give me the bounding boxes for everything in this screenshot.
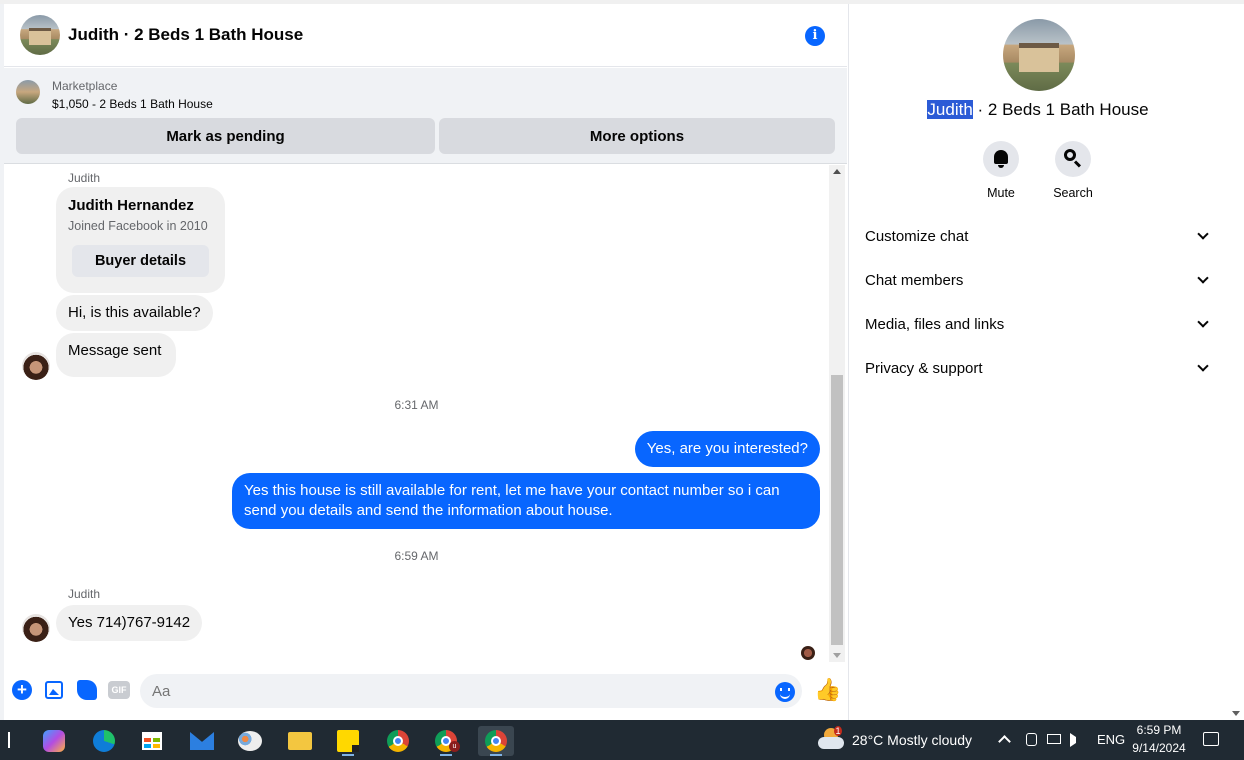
timestamp: 6:59 AM	[394, 549, 439, 563]
chrome-icon	[387, 730, 409, 752]
chevron-down-icon	[1197, 316, 1209, 328]
chevron-down-icon	[1197, 228, 1209, 240]
bell-icon[interactable]	[983, 141, 1019, 177]
plus-icon[interactable]: +	[12, 680, 32, 700]
message-bubble[interactable]: Message sent	[56, 333, 176, 377]
timestamp: 6:31 AM	[394, 398, 439, 412]
taskbar-edge[interactable]	[86, 726, 122, 756]
message-input[interactable]	[140, 674, 802, 708]
mute-label: Mute	[987, 186, 1015, 200]
weather-badge: 1	[834, 726, 842, 736]
buyer-avatar[interactable]	[22, 614, 50, 642]
profile-badge: u	[449, 741, 460, 752]
emoji-icon[interactable]	[775, 682, 795, 702]
page-scrollbar[interactable]	[1227, 4, 1244, 720]
section-media-files-links[interactable]: Media, files and links	[865, 304, 1211, 344]
scroll-thumb[interactable]	[831, 375, 843, 645]
taskbar-chrome[interactable]	[380, 726, 416, 756]
edge-icon	[93, 730, 115, 752]
sender-name: Judith	[68, 587, 101, 601]
section-label: Privacy & support	[865, 359, 983, 377]
search-action[interactable]: Search	[1043, 141, 1103, 200]
message-bubble-sent[interactable]: Yes this house is still available for re…	[232, 473, 820, 529]
buyer-name: Judith Hernandez	[68, 197, 194, 214]
sticker-icon[interactable]	[77, 680, 97, 700]
scroll-down-arrow-icon[interactable]	[833, 653, 841, 658]
store-icon	[142, 732, 162, 750]
listing-avatar-large[interactable]	[1003, 19, 1075, 91]
scroll-down-arrow-icon[interactable]	[1232, 711, 1240, 716]
scroll-up-arrow-icon[interactable]	[833, 169, 841, 174]
search-label: Search	[1053, 186, 1093, 200]
section-chat-members[interactable]: Chat members	[865, 260, 1211, 300]
meet-now-icon[interactable]	[1026, 733, 1037, 746]
language-indicator[interactable]: ENG	[1097, 732, 1125, 747]
weather-text[interactable]: 28°C Mostly cloudy	[852, 732, 972, 748]
thumbs-up-icon[interactable]: 👍	[814, 678, 841, 702]
buyer-joined: Joined Facebook in 2010	[68, 219, 208, 233]
photo-icon[interactable]	[45, 681, 63, 699]
mute-action[interactable]: Mute	[971, 141, 1031, 200]
chat-panel: Judith · 2 Beds 1 Bath House i Marketpla…	[4, 4, 847, 720]
seen-indicator-avatar	[801, 646, 815, 660]
message-bubble[interactable]: Yes 714)767-9142	[56, 605, 203, 641]
message-thread: Judith Judith Hernandez Joined Facebook …	[4, 165, 829, 662]
chevron-down-icon	[1197, 272, 1209, 284]
taskbar-file-explorer[interactable]	[282, 726, 318, 756]
marketplace-label: Marketplace	[52, 79, 118, 93]
message-bubble-sent[interactable]: Yes, are you interested?	[634, 431, 820, 467]
section-label: Customize chat	[865, 227, 969, 245]
sender-name: Judith	[68, 171, 101, 185]
section-label: Chat members	[865, 271, 964, 289]
marketplace-banner: Marketplace $1,050 - 2 Beds 1 Bath House…	[4, 68, 847, 164]
windows-taskbar: u 1 28°C Mostly cloudy ENG 6:59 PM 9/14/…	[0, 720, 1244, 760]
mail-icon	[190, 732, 214, 750]
buyer-card: Judith Hernandez Joined Facebook in 2010…	[56, 187, 225, 293]
buyer-avatar[interactable]	[22, 352, 50, 380]
info-icon[interactable]: i	[805, 26, 825, 46]
chat-title[interactable]: Judith · 2 Beds 1 Bath House	[68, 25, 303, 45]
copilot-icon	[43, 730, 65, 752]
chat-header: Judith · 2 Beds 1 Bath House i	[4, 4, 847, 67]
taskbar-copilot[interactable]	[36, 726, 72, 756]
chevron-up-icon[interactable]	[998, 735, 1011, 748]
mark-as-pending-button[interactable]: Mark as pending	[16, 118, 435, 154]
taskbar-sticky-notes[interactable]	[330, 726, 366, 756]
message-bubble[interactable]: Hi, is this available?	[56, 295, 213, 331]
volume-icon[interactable]	[1070, 733, 1084, 747]
taskbar-paint[interactable]	[232, 726, 268, 756]
folder-icon	[288, 732, 312, 750]
more-options-button[interactable]: More options	[439, 118, 835, 154]
taskbar-chrome-active[interactable]	[478, 726, 514, 756]
clock-date[interactable]: 9/14/2024	[1124, 741, 1194, 755]
info-title: Judith · 2 Beds 1 Bath House	[849, 100, 1227, 120]
taskbar-mail[interactable]	[184, 726, 220, 756]
listing-title[interactable]: $1,050 - 2 Beds 1 Bath House	[52, 97, 213, 111]
task-view-icon[interactable]	[0, 732, 10, 748]
buyer-details-button[interactable]: Buyer details	[72, 245, 209, 277]
search-icon[interactable]	[1055, 141, 1091, 177]
chevron-down-icon	[1197, 360, 1209, 372]
info-title-rest: · 2 Beds 1 Bath House	[972, 100, 1149, 119]
thread-scrollbar[interactable]	[829, 165, 845, 662]
composer: + GIF 👍	[4, 670, 847, 710]
taskbar-store[interactable]	[134, 726, 170, 756]
sticky-notes-icon	[337, 730, 359, 752]
paint-icon	[238, 731, 262, 751]
gif-icon[interactable]: GIF	[108, 681, 130, 699]
clock-time[interactable]: 6:59 PM	[1124, 723, 1194, 737]
taskbar-chrome-profile[interactable]: u	[428, 726, 464, 756]
network-icon[interactable]	[1047, 734, 1061, 744]
section-privacy-support[interactable]: Privacy & support	[865, 348, 1211, 388]
section-label: Media, files and links	[865, 315, 1005, 333]
highlighted-name: Judith	[927, 100, 973, 119]
chat-info-panel: Judith · 2 Beds 1 Bath House Mute Search…	[848, 4, 1226, 720]
listing-avatar[interactable]	[20, 15, 60, 55]
notification-icon[interactable]	[1203, 732, 1219, 746]
chrome-icon	[485, 730, 507, 752]
section-customize-chat[interactable]: Customize chat	[865, 216, 1211, 256]
listing-thumbnail[interactable]	[16, 80, 40, 104]
